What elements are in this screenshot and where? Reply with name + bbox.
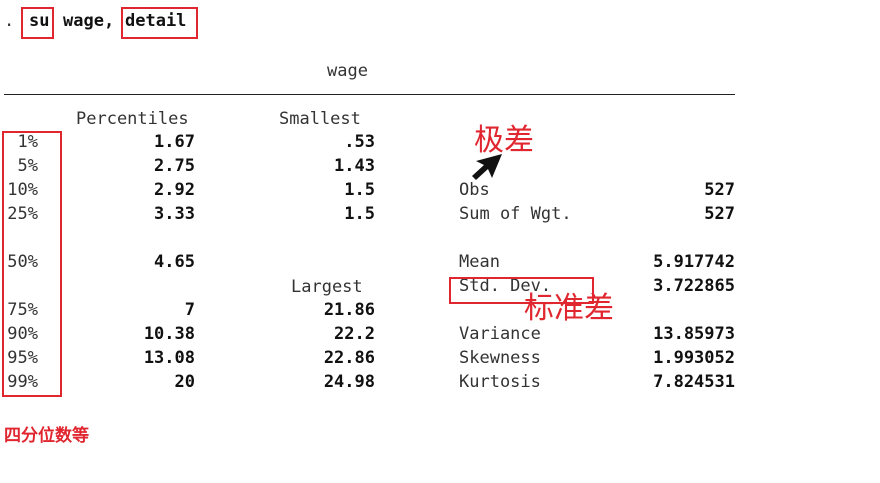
arrow-icon [472,154,502,180]
percentiles-highlight-box [2,131,62,397]
largest-value: 22.86 [323,348,375,368]
stat-label-mean: Mean [459,252,500,272]
stat-label-sum-wgt: Sum of Wgt. [459,204,572,224]
su-highlight-box [21,7,54,39]
pct-value: 4.65 [154,252,195,272]
pct-value: 2.92 [154,180,195,200]
std-dev-annotation: 标准差 [524,291,614,326]
stat-value-std-dev: 3.722865 [653,276,735,296]
largest-value: 21.86 [323,300,375,320]
stat-label-skewness: Skewness [459,348,541,368]
percentiles-header: Percentiles [76,109,189,129]
pct-value: 3.33 [154,204,195,224]
pct-value: 1.67 [154,132,195,152]
smallest-value: .53 [344,132,375,152]
largest-header: Largest [291,277,363,297]
pct-value: 2.75 [154,156,195,176]
stat-value-skewness: 1.993052 [653,348,735,368]
stat-value-mean: 5.917742 [653,252,735,272]
pct-value: 7 [184,300,195,320]
smallest-header: Smallest [279,109,361,129]
detail-highlight-box [121,7,198,39]
stat-value-sum-wgt: 527 [704,204,735,224]
pct-value: 20 [174,372,195,392]
pct-value: 10.38 [143,324,195,344]
smallest-value: 1.43 [334,156,375,176]
header-rule [4,94,735,95]
command-var: wage, [63,11,115,31]
quantiles-annotation: 四分位数等 [4,426,89,446]
stat-value-obs: 527 [704,180,735,200]
largest-value: 22.2 [334,324,375,344]
variable-title: wage [327,61,368,81]
command-prompt: . [4,11,15,31]
stat-label-kurtosis: Kurtosis [459,372,541,392]
stat-value-kurtosis: 7.824531 [653,372,735,392]
smallest-value: 1.5 [344,204,375,224]
stat-value-variance: 13.85973 [653,324,735,344]
largest-value: 24.98 [323,372,375,392]
smallest-value: 1.5 [344,180,375,200]
pct-value: 13.08 [143,348,195,368]
